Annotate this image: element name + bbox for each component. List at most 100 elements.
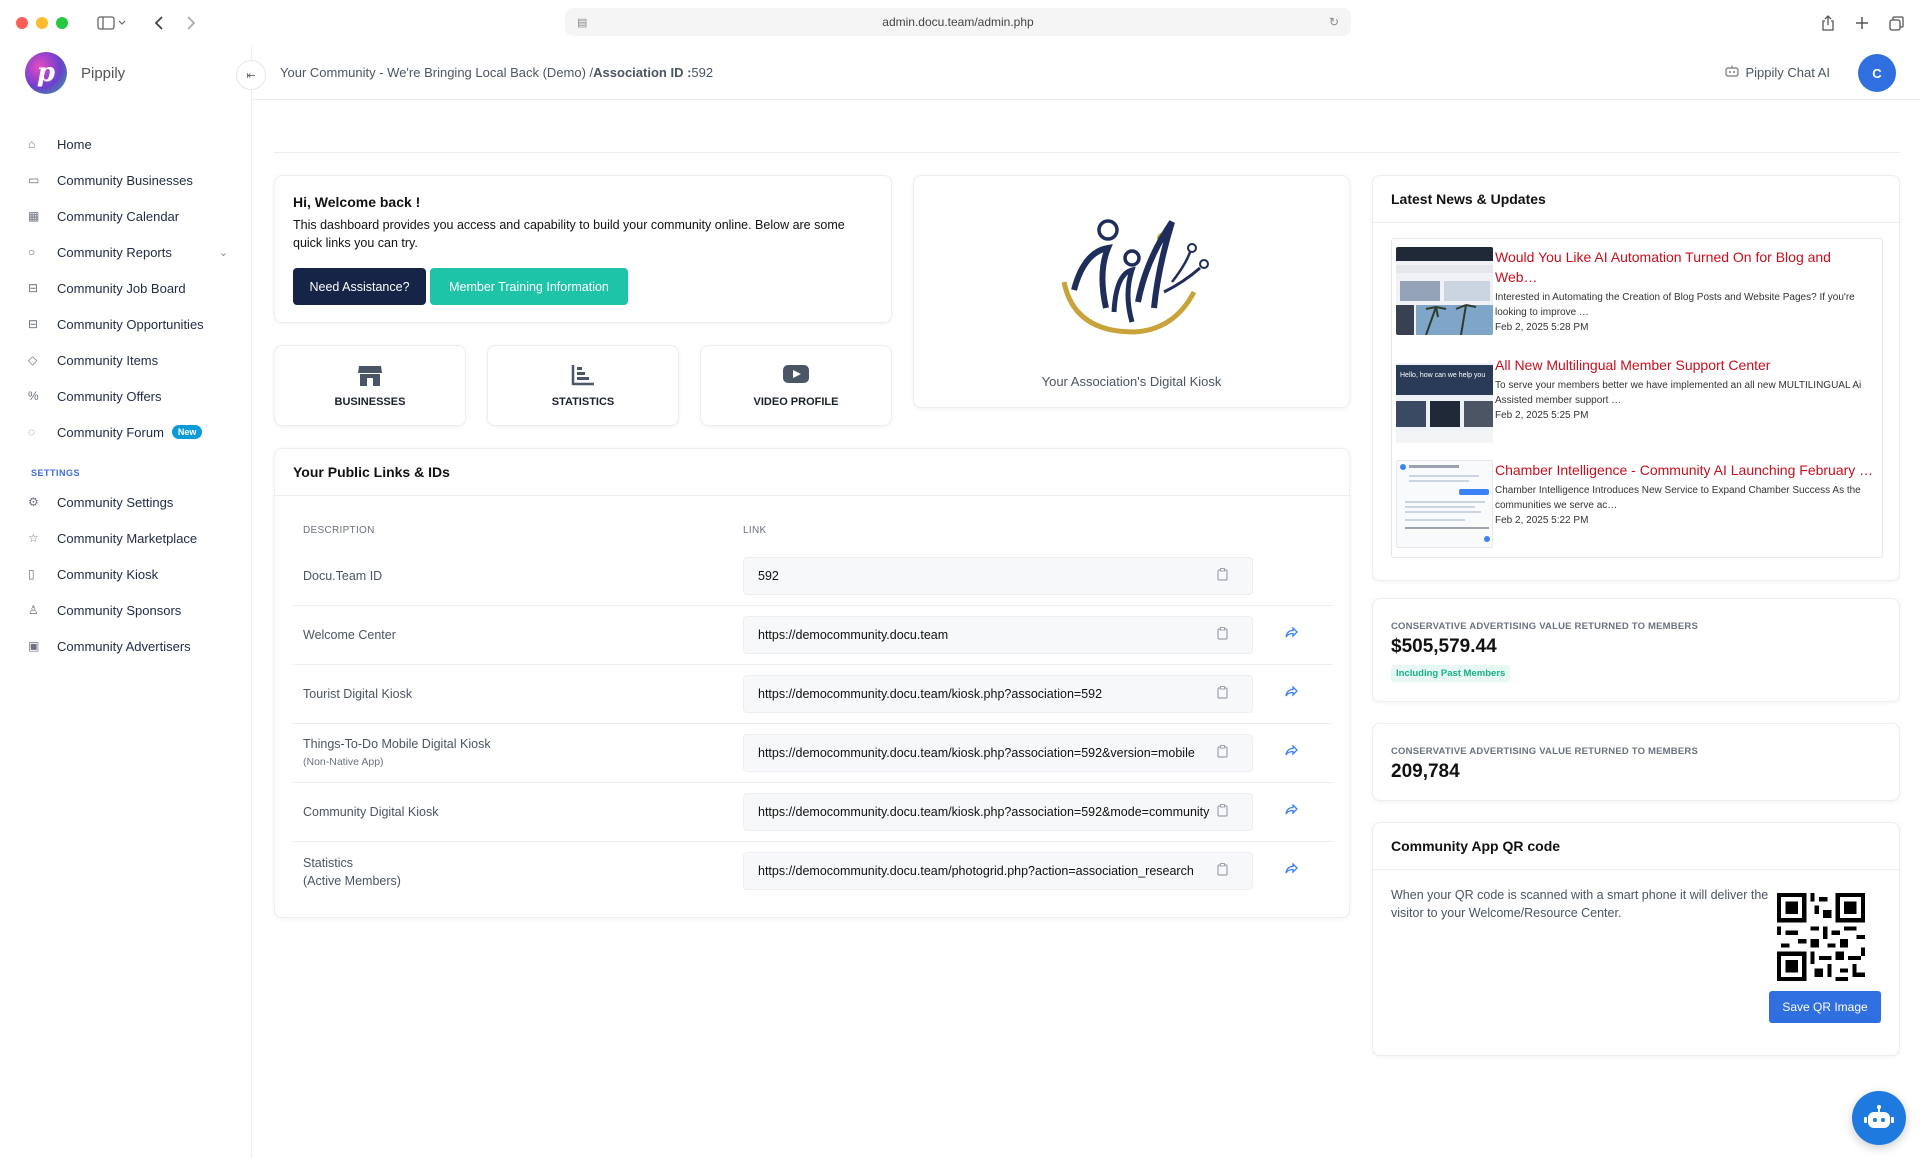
maximize-window-button[interactable] <box>56 17 68 29</box>
site-settings-icon[interactable]: ▤ <box>577 16 587 29</box>
news-headline[interactable]: Would You Like AI Automation Turned On f… <box>1495 247 1875 287</box>
chat-ai-button[interactable]: Pippily Chat AI <box>1725 65 1830 80</box>
chevron-down-icon[interactable]: ⌄ <box>219 246 228 259</box>
link-field[interactable]: https://democommunity.docu.team/kiosk.ph… <box>743 793 1253 831</box>
save-qr-button[interactable]: Save QR Image <box>1769 991 1881 1023</box>
news-date: Feb 2, 2025 5:25 PM <box>1495 410 1589 421</box>
card-divider <box>1373 222 1899 223</box>
brand[interactable]: p Pippily <box>25 52 125 94</box>
quick-link-statistics[interactable]: STATISTICS <box>487 345 679 426</box>
collapse-sidebar-icon[interactable]: ⇤ <box>236 60 266 90</box>
new-tab-icon[interactable] <box>1850 10 1874 36</box>
minimize-window-button[interactable] <box>36 17 48 29</box>
tab-overview-icon[interactable] <box>1884 10 1908 36</box>
share-link-icon[interactable] <box>1285 685 1298 700</box>
share-link-icon[interactable] <box>1285 626 1298 641</box>
copy-icon[interactable] <box>1217 568 1228 584</box>
link-field[interactable]: https://democommunity.docu.team <box>743 616 1253 654</box>
forward-icon[interactable] <box>180 10 202 36</box>
link-field[interactable]: https://democommunity.docu.team/kiosk.ph… <box>743 734 1253 772</box>
table-row: Statistics (Active Members) https://democ… <box>293 842 1333 901</box>
news-headline[interactable]: All New Multilingual Member Support Cent… <box>1495 355 1875 375</box>
card-divider <box>1373 869 1899 870</box>
share-icon[interactable] <box>1816 10 1840 36</box>
quick-link-video-profile[interactable]: VIDEO PROFILE <box>700 345 892 426</box>
copy-icon[interactable] <box>1217 745 1228 761</box>
need-assistance-button[interactable]: Need Assistance? <box>293 268 426 305</box>
column-header-link: LINK <box>743 525 767 536</box>
settings-section-label: SETTINGS <box>31 468 81 478</box>
sidebar-item-advertisers[interactable]: ▣ Community Advertisers <box>28 628 228 664</box>
news-text: All New Multilingual Member Support Cent… <box>1495 355 1875 421</box>
sidebar-toggle-icon[interactable] <box>90 10 134 36</box>
qr-code-card: Community App QR code When your QR code … <box>1372 822 1900 1056</box>
news-thumbnail: Hello, how can we help you <box>1396 355 1493 443</box>
copy-icon[interactable] <box>1217 627 1228 643</box>
tablet-icon: ▯ <box>28 567 35 581</box>
table-row: Docu.Team ID 592 <box>293 547 1333 606</box>
sidebar-item-label: Community Calendar <box>57 208 180 224</box>
sidebar-item-items[interactable]: ◇ Community Items <box>28 342 228 378</box>
quick-link-label: STATISTICS <box>551 395 615 408</box>
copy-icon[interactable] <box>1217 863 1228 879</box>
row-subtext: (Active Members) <box>303 873 401 888</box>
avatar[interactable]: C <box>1858 54 1896 92</box>
sidebar-item-job-board[interactable]: ⊟ Community Job Board <box>28 270 228 306</box>
welcome-text: This dashboard provides you access and c… <box>293 218 845 250</box>
row-description: Docu.Team ID <box>303 569 383 583</box>
sidebar-item-opportunities[interactable]: ⊟ Community Opportunities <box>28 306 228 342</box>
robot-icon <box>1864 1105 1894 1128</box>
share-link-icon[interactable] <box>1285 862 1298 877</box>
address-bar[interactable]: ▤ admin.docu.team/admin.php ↻ <box>565 8 1351 36</box>
table-row: Tourist Digital Kiosk https://democommun… <box>293 665 1333 724</box>
back-icon[interactable] <box>148 10 170 36</box>
sidebar-item-sponsors[interactable]: ♙ Community Sponsors <box>28 592 228 628</box>
sidebar-item-home[interactable]: ⌂ Home <box>28 126 228 162</box>
quick-link-businesses[interactable]: BUSINESSES <box>274 345 466 426</box>
link-field[interactable]: https://democommunity.docu.team/kiosk.ph… <box>743 675 1253 713</box>
news-description: Interested in Automating the Creation of… <box>1495 292 1855 318</box>
news-card: Latest News & Updates Would You Like AI … <box>1372 175 1900 581</box>
sidebar-item-settings[interactable]: ⚙ Community Settings <box>28 484 228 520</box>
sidebar-item-offers[interactable]: % Community Offers <box>28 378 228 414</box>
sidebar-item-kiosk[interactable]: ▯ Community Kiosk <box>28 556 228 592</box>
chatbot-button[interactable] <box>1852 1091 1906 1145</box>
youtube-icon <box>782 364 810 392</box>
sidebar-item-forum[interactable]: ◌ Community Forum New <box>28 414 228 450</box>
content-divider <box>274 152 1900 153</box>
share-link-icon[interactable] <box>1285 803 1298 818</box>
circle-icon: ○ <box>28 245 36 259</box>
copy-icon[interactable] <box>1217 804 1228 820</box>
link-field[interactable]: https://democommunity.docu.team/photogri… <box>743 852 1253 890</box>
sidebar-item-label: Community Forum <box>57 424 164 440</box>
share-link-icon[interactable] <box>1285 744 1298 759</box>
copy-icon[interactable] <box>1217 686 1228 702</box>
sidebar-item-reports[interactable]: ○ Community Reports ⌄ <box>28 234 228 270</box>
member-training-button[interactable]: Member Training Information <box>430 268 628 305</box>
new-badge: New <box>171 425 203 439</box>
table-row: Community Digital Kiosk https://democomm… <box>293 783 1333 842</box>
sidebar-item-label: Community Advertisers <box>57 638 191 654</box>
news-thumbnail <box>1396 247 1493 335</box>
close-window-button[interactable] <box>16 17 28 29</box>
news-headline[interactable]: Chamber Intelligence - Community AI Laun… <box>1495 460 1875 480</box>
sidebar-item-businesses[interactable]: ▭ Community Businesses <box>28 162 228 198</box>
calendar-icon: ▦ <box>28 209 40 223</box>
row-description: Tourist Digital Kiosk <box>303 687 413 701</box>
news-description: To serve your members better we have imp… <box>1495 380 1862 406</box>
sidebar-item-label: Community Kiosk <box>57 566 159 582</box>
store-icon <box>357 364 383 392</box>
reload-icon[interactable]: ↻ <box>1329 15 1339 29</box>
news-thumbnail-text: Hello, how can we help you <box>1400 372 1486 379</box>
column-header-description: DESCRIPTION <box>303 525 375 536</box>
row-subtext: (Non-Native App) <box>303 756 384 768</box>
news-date: Feb 2, 2025 5:22 PM <box>1495 515 1589 526</box>
breadcrumb: Your Community - We're Bringing Local Ba… <box>280 65 714 80</box>
sidebar-item-marketplace[interactable]: ☆ Community Marketplace <box>28 520 228 556</box>
link-field[interactable]: 592 <box>743 557 1253 595</box>
news-title: Latest News & Updates <box>1391 191 1546 207</box>
sidebar-item-label: Community Sponsors <box>57 602 182 618</box>
sidebar-item-calendar[interactable]: ▦ Community Calendar <box>28 198 228 234</box>
digital-kiosk-card[interactable]: Your Association's Digital Kiosk <box>913 175 1350 408</box>
briefcase-icon: ▭ <box>28 173 40 187</box>
